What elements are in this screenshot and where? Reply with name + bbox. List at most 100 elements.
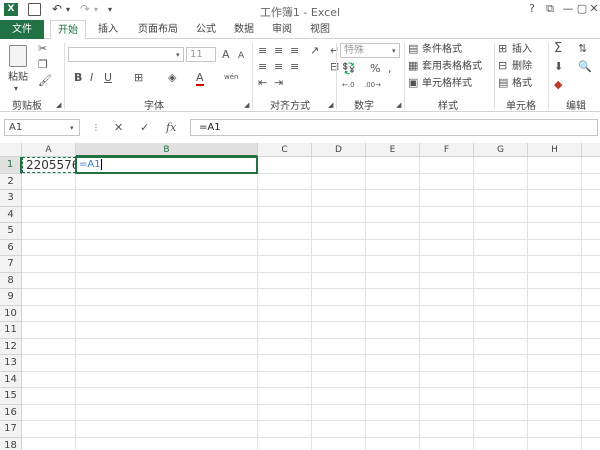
align-right-icon[interactable]: ≡ (290, 61, 299, 73)
row-header-1[interactable]: 1 (0, 157, 22, 174)
clear-icon[interactable]: ◆ (554, 79, 562, 91)
cancel-entry-button[interactable]: ✕ (114, 122, 123, 134)
close-button[interactable]: ✕ (588, 1, 600, 17)
confirm-entry-button[interactable]: ✓ (140, 122, 149, 134)
conditional-formatting-button[interactable]: ▤ 条件格式 (408, 43, 488, 57)
tab-data[interactable]: 数据 (226, 20, 262, 39)
sort-filter-icon[interactable]: ⇅ (578, 43, 587, 55)
row-header-9[interactable]: 9 (0, 289, 22, 306)
insert-cells-button[interactable]: ⊞ 插入 (498, 43, 544, 57)
help-button[interactable]: ? (524, 1, 540, 17)
column-header-f[interactable]: F (420, 143, 474, 157)
font-color-icon[interactable]: A (196, 72, 204, 86)
fill-color-icon[interactable]: ◈ (168, 72, 176, 84)
row-gridline (22, 189, 600, 190)
grow-font-icon[interactable]: A (222, 49, 230, 61)
row-header-15[interactable]: 15 (0, 388, 22, 405)
name-box[interactable]: A1 (4, 119, 80, 136)
wrap-text-icon[interactable]: ↵ (330, 45, 339, 57)
borders-icon[interactable]: ⊞ (134, 72, 143, 84)
font-launcher-icon[interactable]: ◢ (244, 99, 249, 111)
insert-function-button[interactable]: fx (166, 122, 176, 134)
merge-center-icon[interactable]: ⊟ (330, 61, 339, 73)
autosum-icon[interactable]: Σ (554, 42, 562, 55)
column-header-g[interactable]: G (474, 143, 528, 157)
tab-file[interactable]: 文件 (0, 20, 44, 39)
row-header-18[interactable]: 18 (0, 437, 22, 450)
tab-review[interactable]: 审阅 (264, 20, 300, 39)
increase-indent-icon[interactable]: ⇥ (274, 77, 283, 89)
format-painter-icon[interactable]: 🖌 (38, 75, 52, 87)
decrease-decimal-icon[interactable]: .00→ (364, 79, 381, 91)
orientation-icon[interactable]: ↗ (310, 45, 319, 57)
worksheet-grid[interactable]: ABCDEFGH 1 2 3 4 5 6 7 8 9 10 11 12 13 14 15 16 17 18 220… (0, 143, 600, 450)
cut-icon[interactable]: ✂ (38, 43, 47, 55)
paste-button[interactable]: 粘贴 ▾ (6, 43, 32, 93)
row-gridline (22, 321, 600, 322)
row-header-8[interactable]: 8 (0, 272, 22, 289)
find-select-icon[interactable]: 🔍 (578, 61, 592, 73)
row-header-5[interactable]: 5 (0, 223, 22, 240)
name-box-dropdown-icon[interactable]: ▾ (70, 122, 74, 134)
column-header-d[interactable]: D (312, 143, 366, 157)
row-header-4[interactable]: 4 (0, 206, 22, 223)
row-header-17[interactable]: 17 (0, 421, 22, 438)
row-header-11[interactable]: 11 (0, 322, 22, 339)
increase-decimal-icon[interactable]: ←.0 (342, 79, 355, 91)
tab-insert[interactable]: 插入 (90, 20, 126, 39)
row-header-10[interactable]: 10 (0, 305, 22, 322)
align-left-icon[interactable]: ≡ (258, 61, 267, 73)
tab-formulas[interactable]: 公式 (188, 20, 224, 39)
column-gridline (311, 157, 312, 450)
top-align-icon[interactable]: ≡ (258, 45, 267, 57)
cell-a1[interactable]: 2205576 (22, 157, 76, 173)
row-header-14[interactable]: 14 (0, 371, 22, 388)
shrink-font-icon[interactable]: A (238, 50, 244, 62)
italic-button[interactable]: I (90, 72, 93, 84)
column-header-e[interactable]: E (366, 143, 420, 157)
row-header-16[interactable]: 16 (0, 404, 22, 421)
clipboard-launcher-icon[interactable]: ◢ (56, 99, 61, 111)
font-name-select[interactable] (68, 47, 184, 62)
copy-icon[interactable]: ❐ (38, 59, 48, 71)
column-header-h[interactable]: H (528, 143, 582, 157)
number-launcher-icon[interactable]: ◢ (396, 99, 401, 111)
decrease-indent-icon[interactable]: ⇤ (258, 77, 267, 89)
bottom-align-icon[interactable]: ≡ (290, 45, 299, 57)
cell-styles-button[interactable]: ▣ 单元格样式 (408, 77, 492, 91)
group-separator (336, 43, 337, 109)
format-cells-button[interactable]: ▤ 格式 (498, 77, 544, 91)
row-header-6[interactable]: 6 (0, 239, 22, 256)
column-header-next[interactable] (582, 143, 600, 157)
column-header-c[interactable]: C (258, 143, 312, 157)
format-as-table-button[interactable]: ▦ 套用表格格式 (408, 60, 492, 74)
row-header-7[interactable]: 7 (0, 256, 22, 273)
row-header-3[interactable]: 3 (0, 190, 22, 207)
font-size-select[interactable]: 11 (186, 47, 216, 62)
phonetic-icon[interactable]: wén (224, 71, 238, 83)
percent-style-icon[interactable]: % (370, 63, 380, 75)
row-header-13[interactable]: 13 (0, 355, 22, 372)
fill-icon[interactable]: ⬇ (554, 61, 563, 73)
column-header-a[interactable]: A (22, 143, 76, 157)
alignment-launcher-icon[interactable]: ◢ (328, 99, 333, 111)
align-center-icon[interactable]: ≡ (274, 61, 283, 73)
row-header-2[interactable]: 2 (0, 173, 22, 190)
tab-view[interactable]: 视图 (302, 20, 338, 39)
row-header-12[interactable]: 12 (0, 338, 22, 355)
cell-b1-editing[interactable]: =A1 (75, 156, 258, 174)
formula-input[interactable]: =A1 (190, 119, 598, 136)
middle-align-icon[interactable]: ≡ (274, 45, 283, 57)
tab-home[interactable]: 开始 (50, 20, 86, 40)
accounting-format-icon[interactable]: 💱 (342, 63, 356, 75)
underline-button[interactable]: U (104, 72, 112, 84)
tab-page-layout[interactable]: 页面布局 (130, 20, 186, 39)
column-header-b[interactable]: B (76, 143, 258, 157)
select-all-corner[interactable] (0, 143, 22, 157)
bold-button[interactable]: B (74, 72, 82, 84)
row-gridline (22, 255, 600, 256)
number-format-select[interactable]: 特殊 (340, 43, 400, 58)
ribbon-display-icon[interactable]: ⧉ (542, 1, 558, 17)
comma-style-icon[interactable]: , (388, 63, 392, 75)
delete-cells-button[interactable]: ⊟ 删除 (498, 60, 544, 74)
